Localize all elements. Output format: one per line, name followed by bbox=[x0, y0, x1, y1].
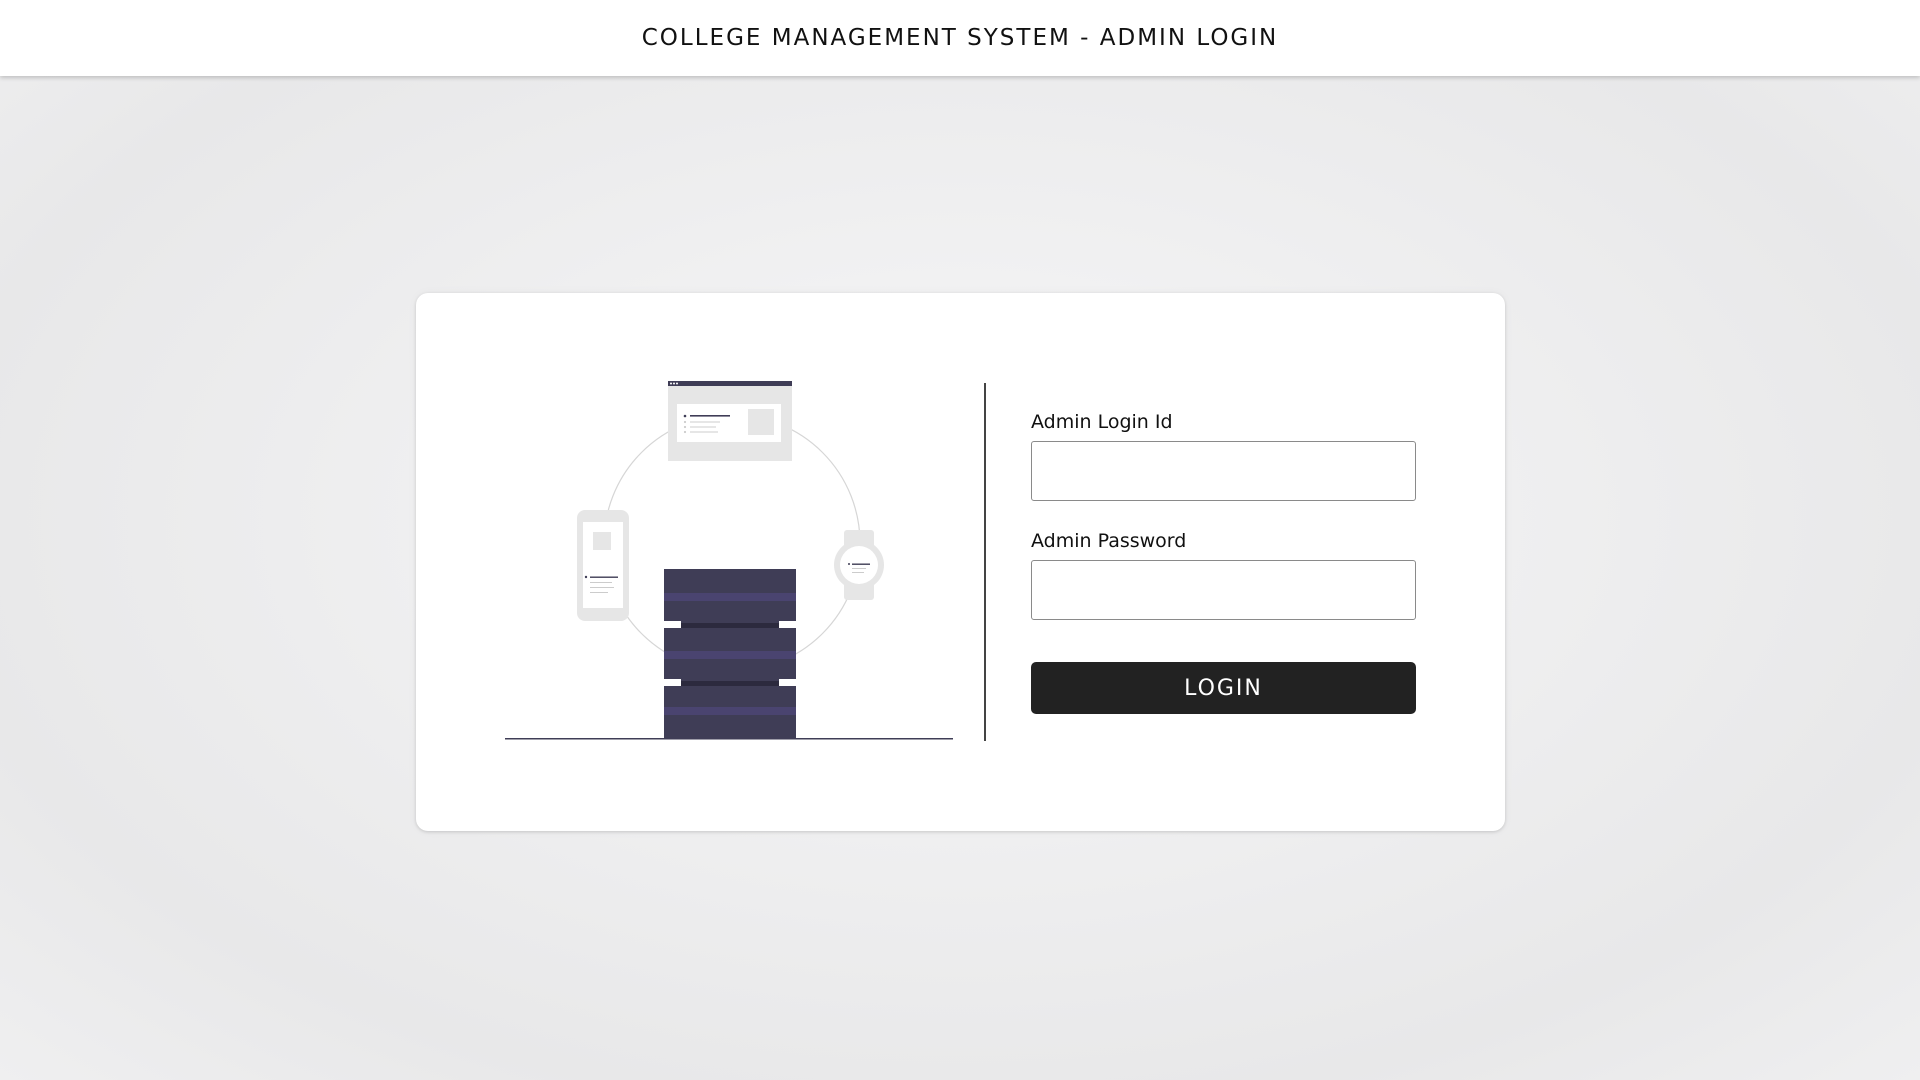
watch-graphic bbox=[834, 530, 884, 600]
server-devices-illustration bbox=[505, 381, 953, 740]
login-id-label: Admin Login Id bbox=[1031, 411, 1173, 433]
password-label: Admin Password bbox=[1031, 530, 1187, 552]
top-navbar: COLLEGE MANAGEMENT SYSTEM - ADMIN LOGIN bbox=[0, 0, 1920, 76]
login-card: Admin Login Id Admin Password LOGIN bbox=[416, 293, 1505, 831]
phone-graphic bbox=[577, 510, 629, 621]
password-group: Admin Password bbox=[1031, 530, 1416, 620]
browser-window-graphic bbox=[668, 381, 792, 461]
login-button[interactable]: LOGIN bbox=[1031, 662, 1416, 714]
admin-login-form: Admin Login Id Admin Password LOGIN bbox=[1031, 411, 1416, 714]
password-input[interactable] bbox=[1031, 560, 1416, 620]
login-id-group: Admin Login Id bbox=[1031, 411, 1416, 501]
page-title: COLLEGE MANAGEMENT SYSTEM - ADMIN LOGIN bbox=[641, 25, 1279, 51]
login-id-input[interactable] bbox=[1031, 441, 1416, 501]
vertical-divider bbox=[984, 383, 986, 741]
server-rack-graphic bbox=[664, 569, 796, 739]
